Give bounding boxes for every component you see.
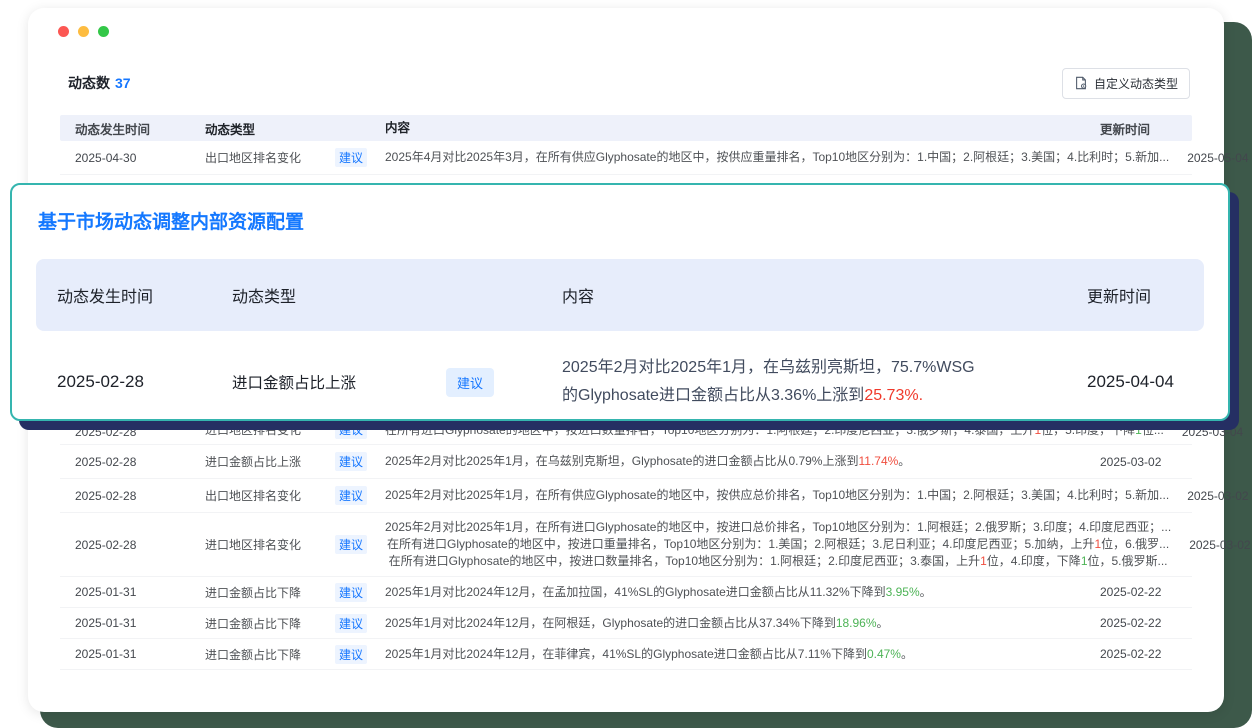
- highlight-column-updated: 更新时间: [1080, 283, 1204, 307]
- content-line-2: 的Glyphosate进口金额占比从3.36%上涨到25.73%.: [562, 382, 1080, 410]
- highlight-card-title: 基于市场动态调整内部资源配置: [38, 207, 1228, 234]
- row-updated: 2025-03-02: [1177, 489, 1252, 503]
- suggestion-tag: 建议: [335, 420, 367, 439]
- row-type: 出口地区排名变化: [205, 487, 301, 504]
- row-updated: 2025-02-22: [1090, 585, 1192, 599]
- row-updated: 2025-05-04: [1177, 151, 1252, 165]
- row-date: 2025-02-28: [60, 538, 195, 552]
- row-type: 进口地区排名变化: [205, 421, 301, 438]
- row-content: 2025年4月对比2025年3月，在所有供应Glyphosate的地区中，按供应…: [375, 149, 1177, 166]
- row-updated: 2025-02-22: [1090, 647, 1192, 661]
- row-type-cell: 进口地区排名变化 建议: [195, 420, 375, 439]
- dynamics-count-value: 37: [115, 75, 131, 91]
- row-date: 2025-04-30: [60, 151, 195, 165]
- row-content: 2025年2月对比2025年1月，在所有进口Glyphosate的地区中，按进口…: [375, 519, 1179, 570]
- dynamics-count-label: 动态数: [68, 75, 110, 91]
- table-row[interactable]: 2025-04-30 出口地区排名变化 建议 2025年4月对比2025年3月，在所有…: [60, 141, 1192, 175]
- row-date: 2025-02-28: [60, 489, 195, 503]
- row-type-cell: 进口地区排名变化 建议: [195, 535, 375, 554]
- content-line: 2025年1月对比2024年12月，在菲律宾，41%SL的Glyphosate进…: [385, 646, 1082, 663]
- row-type-cell: 进口金额占比下降 建议: [195, 614, 375, 633]
- row-date: 2025-01-31: [60, 585, 195, 599]
- row-date: 2025-02-28: [60, 455, 195, 469]
- row-updated: 2025-02-22: [1090, 616, 1192, 630]
- table-row[interactable]: 2025-02-28 进口金额占比上涨 建议 2025年2月对比2025年1月，在乌兹…: [60, 445, 1192, 479]
- customize-dynamic-type-button[interactable]: 自定义动态类型: [1062, 68, 1190, 99]
- row-updated: 2025-03-04: [1172, 425, 1252, 439]
- highlighted-row-type-cell: 进口金额占比上涨 建议: [232, 368, 562, 397]
- highlighted-percentage: 25.73%.: [864, 387, 923, 404]
- table-row[interactable]: 2025-01-31 进口金额占比下降 建议 2025年1月对比2024年12月，在阿…: [60, 608, 1192, 639]
- row-date: 2025-01-31: [60, 616, 195, 630]
- highlight-column-date: 动态发生时间: [36, 283, 232, 307]
- minimize-window-button[interactable]: [78, 26, 89, 37]
- content-line: 2025年2月对比2025年1月，在所有供应Glyphosate的地区中，按供应…: [385, 487, 1169, 504]
- table-row[interactable]: 2025-02-28 出口地区排名变化 建议 2025年2月对比2025年1月，在所有…: [60, 479, 1192, 513]
- row-date: 2025-01-31: [60, 647, 195, 661]
- column-header-type: 动态类型: [195, 119, 375, 138]
- close-window-button[interactable]: [58, 26, 69, 37]
- row-type: 进口金额占比下降: [205, 584, 301, 601]
- row-type-cell: 进口金额占比上涨 建议: [195, 452, 375, 471]
- content-line: 2025年2月对比2025年1月，在所有进口Glyphosate的地区中，按进口…: [385, 519, 1171, 536]
- highlighted-row-date: 2025-02-28: [36, 372, 232, 392]
- row-date: 2025-02-28: [60, 425, 195, 439]
- table-header-row: 动态发生时间 动态类型 内容 更新时间: [60, 115, 1192, 141]
- table-row[interactable]: 2025-01-31 进口金额占比下降 建议 2025年1月对比2024年12月，在孟…: [60, 577, 1192, 608]
- row-content: 2025年2月对比2025年1月，在乌兹别克斯坦，Glyphosate的进口金额…: [375, 453, 1090, 470]
- suggestion-tag: 建议: [335, 486, 367, 505]
- suggestion-tag: 建议: [335, 645, 367, 664]
- row-type-cell: 进口金额占比下降 建议: [195, 645, 375, 664]
- suggestion-tag: 建议: [335, 535, 367, 554]
- suggestion-tag: 建议: [335, 583, 367, 602]
- row-type: 进口金额占比下降: [205, 615, 301, 632]
- content-line: 在所有进口Glyphosate的地区中，按进口数量排名，Top10地区分别为：1…: [385, 553, 1171, 570]
- table-row[interactable]: 2025-02-28 进口地区排名变化 建议 2025年2月对比2025年1月，在所有…: [60, 513, 1192, 577]
- row-type: 进口地区排名变化: [205, 536, 301, 553]
- row-type: 出口地区排名变化: [205, 149, 301, 166]
- document-gear-icon: [1074, 76, 1088, 90]
- customize-button-label: 自定义动态类型: [1094, 75, 1178, 92]
- column-header-date: 动态发生时间: [60, 119, 195, 138]
- content-line: 2025年1月对比2024年12月，在阿根廷，Glyphosate的进口金额占比…: [385, 615, 1082, 632]
- highlighted-row[interactable]: 2025-02-28 进口金额占比上涨 建议 2025年2月对比2025年1月，…: [36, 345, 1204, 419]
- dynamics-count: 动态数 37: [68, 73, 131, 93]
- content-line: 在所有进口Glyphosate的地区中，按进口重量排名，Top10地区分别为：1…: [385, 536, 1171, 553]
- toolbar: 动态数 37 自定义动态类型: [68, 68, 1190, 98]
- row-type-cell: 进口金额占比下降 建议: [195, 583, 375, 602]
- row-content: 在所有进口Glyphosate的地区中，按进口数量排名，Top10地区分别为：1…: [375, 422, 1172, 439]
- suggestion-tag: 建议: [335, 148, 367, 167]
- highlight-column-content: 内容: [562, 283, 1080, 307]
- content-line: 2025年2月对比2025年1月，在乌兹别克斯坦，Glyphosate的进口金额…: [385, 453, 1082, 470]
- row-type-cell: 出口地区排名变化 建议: [195, 486, 375, 505]
- content-line: 在所有进口Glyphosate的地区中，按进口数量排名，Top10地区分别为：1…: [385, 422, 1164, 439]
- content-line-1: 2025年2月对比2025年1月，在乌兹别亮斯坦，75.7%WSG: [562, 354, 1080, 382]
- suggestion-tag: 建议: [446, 368, 494, 397]
- row-updated: 2025-03-02: [1179, 538, 1252, 552]
- suggestion-tag: 建议: [335, 614, 367, 633]
- window-controls: [58, 26, 109, 37]
- row-updated: 2025-03-02: [1090, 455, 1192, 469]
- row-type: 进口金额占比下降: [205, 646, 301, 663]
- highlighted-row-type: 进口金额占比上涨: [232, 371, 356, 393]
- maximize-window-button[interactable]: [98, 26, 109, 37]
- row-content: 2025年1月对比2024年12月，在孟加拉国，41%SL的Glyphosate…: [375, 584, 1090, 601]
- highlight-header-row: 动态发生时间 动态类型 内容 更新时间: [36, 259, 1204, 331]
- row-content: 2025年1月对比2024年12月，在阿根廷，Glyphosate的进口金额占比…: [375, 615, 1090, 632]
- column-header-content: 内容: [375, 120, 1090, 137]
- highlighted-row-updated: 2025-04-04: [1080, 372, 1204, 392]
- content-line: 2025年4月对比2025年3月，在所有供应Glyphosate的地区中，按供应…: [385, 149, 1169, 166]
- row-type: 进口金额占比上涨: [205, 453, 301, 470]
- highlight-column-type: 动态类型: [232, 283, 562, 307]
- row-type-cell: 出口地区排名变化 建议: [195, 148, 375, 167]
- suggestion-tag: 建议: [335, 452, 367, 471]
- highlight-card: 基于市场动态调整内部资源配置 动态发生时间 动态类型 内容 更新时间 2025-…: [10, 183, 1230, 421]
- column-header-updated: 更新时间: [1090, 119, 1192, 138]
- row-content: 2025年1月对比2024年12月，在菲律宾，41%SL的Glyphosate进…: [375, 646, 1090, 663]
- highlighted-row-content: 2025年2月对比2025年1月，在乌兹别亮斯坦，75.7%WSG 的Glyph…: [562, 354, 1080, 410]
- row-content: 2025年2月对比2025年1月，在所有供应Glyphosate的地区中，按供应…: [375, 487, 1177, 504]
- table-row[interactable]: 2025-01-31 进口金额占比下降 建议 2025年1月对比2024年12月，在菲…: [60, 639, 1192, 670]
- content-line: 2025年1月对比2024年12月，在孟加拉国，41%SL的Glyphosate…: [385, 584, 1082, 601]
